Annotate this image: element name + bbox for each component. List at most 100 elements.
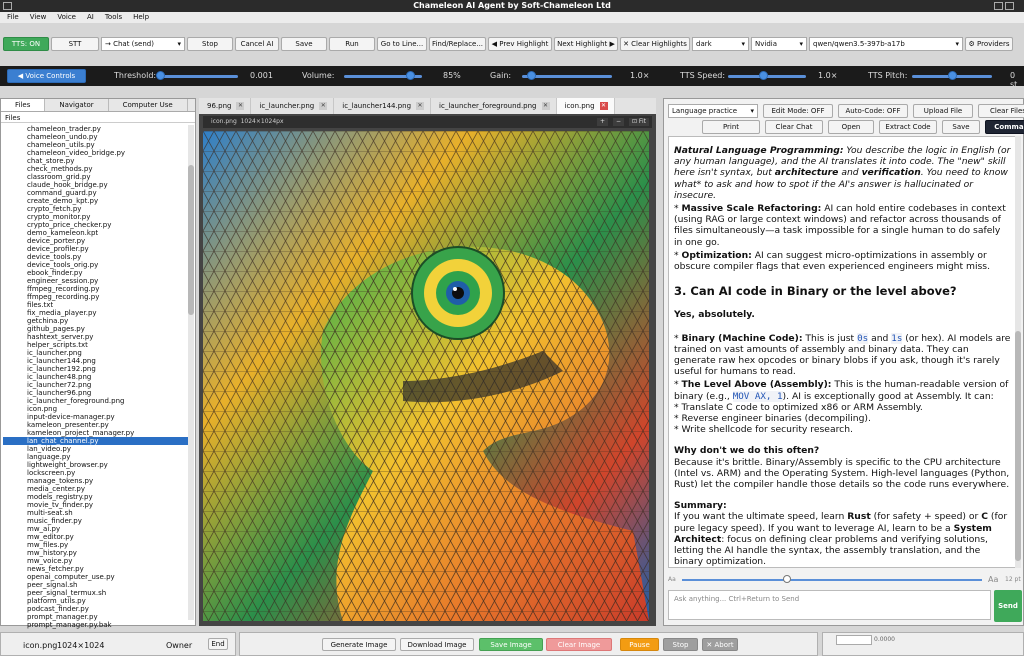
volume-slider-knob[interactable]: [406, 71, 416, 80]
file-list-item[interactable]: device_profiler.py: [3, 245, 189, 253]
file-list-item[interactable]: lan_video.py: [3, 445, 189, 453]
menu-file[interactable]: File: [7, 12, 19, 23]
edit-mode-button[interactable]: Edit Mode: OFF: [763, 104, 833, 118]
tts-speed-slider-knob[interactable]: [759, 71, 769, 80]
pause-button[interactable]: Pause: [620, 638, 659, 651]
file-list-item[interactable]: command_guard.py: [3, 189, 189, 197]
file-list-item[interactable]: manage_tokens.py: [3, 477, 189, 485]
zoom-in-button[interactable]: +: [597, 118, 609, 126]
file-list-item[interactable]: chameleon_utils.py: [3, 141, 189, 149]
file-list-item[interactable]: language.py: [3, 453, 189, 461]
file-list-item[interactable]: mw_files.py: [3, 541, 189, 549]
goto-line-button[interactable]: Go to Line...: [377, 37, 427, 51]
file-list-item[interactable]: ic_launcher96.png: [3, 389, 189, 397]
prev-highlight-button[interactable]: ◀ Prev Highlight: [488, 37, 552, 51]
file-list-item[interactable]: openai_computer_use.py: [3, 573, 189, 581]
clear-image-button[interactable]: Clear Image: [546, 638, 612, 651]
save-button[interactable]: Save: [281, 37, 327, 51]
cancel-ai-button[interactable]: Cancel AI: [235, 37, 279, 51]
gpu-select[interactable]: Nvidia ▾: [751, 37, 807, 51]
file-list-item[interactable]: kameleon_presenter.py: [3, 421, 189, 429]
stop-button[interactable]: Stop: [187, 37, 233, 51]
tab-96-png[interactable]: 96.png ✕: [199, 98, 252, 114]
voice-controls-toggle[interactable]: ◀ Voice Controls: [7, 69, 86, 83]
file-list-item[interactable]: lightweight_browser.py: [3, 461, 189, 469]
file-list-item[interactable]: chameleon_video_bridge.py: [3, 149, 189, 157]
file-list-item[interactable]: input-device-manager.py: [3, 413, 189, 421]
mode-select[interactable]: Language practice ▾: [668, 104, 758, 118]
file-list-item[interactable]: crypto_monitor.py: [3, 213, 189, 221]
abort-button[interactable]: ✕ Abort: [702, 638, 738, 651]
file-list-item[interactable]: chameleon_undo.py: [3, 133, 189, 141]
tab-computer-use[interactable]: Computer Use: [109, 99, 188, 111]
file-list-item[interactable]: mw_ai.py: [3, 525, 189, 533]
close-icon[interactable]: ✕: [319, 102, 328, 110]
tts-pitch-slider-knob[interactable]: [948, 71, 957, 80]
file-list-item[interactable]: mw_editor.py: [3, 533, 189, 541]
clear-highlights-button[interactable]: ✕ Clear Highlights: [620, 37, 690, 51]
tab-icon-png[interactable]: icon.png ✕: [556, 98, 615, 114]
file-list-item[interactable]: multi-seat.sh: [3, 509, 189, 517]
close-icon[interactable]: ✕: [599, 102, 608, 110]
menu-help[interactable]: Help: [133, 12, 149, 23]
tab-ic-launcher144[interactable]: ic_launcher144.png ✕: [334, 98, 432, 114]
font-size-slider-knob[interactable]: [783, 575, 791, 583]
file-list-item[interactable]: music_finder.py: [3, 517, 189, 525]
tab-ic-launcher[interactable]: ic_launcher.png ✕: [251, 98, 335, 114]
file-list-item[interactable]: lan_chat_channel.py: [3, 437, 189, 445]
providers-button[interactable]: ⚙ Providers: [965, 37, 1013, 51]
file-list-item[interactable]: classroom_grid.py: [3, 173, 189, 181]
file-list-item[interactable]: media_center.py: [3, 485, 189, 493]
stt-button[interactable]: STT: [51, 37, 99, 51]
file-list-item[interactable]: platform_utils.py: [3, 597, 189, 605]
generate-image-button[interactable]: Generate Image: [322, 638, 396, 651]
scrollbar-thumb[interactable]: [1015, 331, 1021, 561]
threshold-slider-knob[interactable]: [156, 71, 165, 80]
open-button[interactable]: Open: [828, 120, 874, 134]
chat-mode-select[interactable]: → Chat (send) ▾: [101, 37, 185, 51]
download-image-button[interactable]: Download Image: [400, 638, 474, 651]
send-button[interactable]: Send: [994, 590, 1022, 622]
file-list-item[interactable]: helper_scripts.txt: [3, 341, 189, 349]
file-list-item[interactable]: models_registry.py: [3, 493, 189, 501]
upload-file-button[interactable]: Upload File: [913, 104, 973, 118]
zoom-out-button[interactable]: −: [613, 118, 625, 126]
theme-select[interactable]: dark ▾: [692, 37, 749, 51]
file-list-item[interactable]: ic_launcher48.png: [3, 373, 189, 381]
print-button[interactable]: Print: [702, 120, 760, 134]
menu-view[interactable]: View: [30, 12, 47, 23]
file-list-item[interactable]: create_demo_kpt.py: [3, 197, 189, 205]
close-icon[interactable]: ✕: [236, 102, 245, 110]
threshold-slider-track[interactable]: [160, 75, 238, 78]
file-list-item[interactable]: claude_hook_bridge.py: [3, 181, 189, 189]
run-button[interactable]: Run: [329, 37, 375, 51]
file-list-item[interactable]: ebook_finder.py: [3, 269, 189, 277]
file-list-item[interactable]: ic_launcher_foreground.png: [3, 397, 189, 405]
clear-chat-button[interactable]: Clear Chat: [765, 120, 823, 134]
file-list-item[interactable]: engineer_session.py: [3, 277, 189, 285]
file-list-item[interactable]: ic_launcher144.png: [3, 357, 189, 365]
file-list-item[interactable]: kameleon_project_manager.py: [3, 429, 189, 437]
file-list-item[interactable]: prompt_manager.py: [3, 613, 189, 621]
file-list-item[interactable]: check_methods.py: [3, 165, 189, 173]
next-highlight-button[interactable]: Next Highlight ▶: [554, 37, 618, 51]
zoom-fit-button[interactable]: ⊡ Fit: [629, 118, 649, 126]
end-button[interactable]: End: [208, 638, 228, 650]
file-list-scrollbar[interactable]: [188, 125, 194, 620]
file-list-item[interactable]: movie_tv_finder.py: [3, 501, 189, 509]
gain-slider-knob[interactable]: [527, 71, 536, 80]
save-chat-button[interactable]: Save: [942, 120, 980, 134]
file-list-item[interactable]: peer_signal.sh: [3, 581, 189, 589]
file-list-item[interactable]: ffmpeg_recording.py: [3, 285, 189, 293]
file-list-item[interactable]: github_pages.py: [3, 325, 189, 333]
window-menu-icon[interactable]: [3, 2, 12, 10]
file-list-item[interactable]: files.txt: [3, 301, 189, 309]
chat-input[interactable]: Ask anything... Ctrl+Return to Send: [668, 590, 991, 620]
file-list-item[interactable]: mw_voice.py: [3, 557, 189, 565]
file-list-item[interactable]: demo_kameleon.kpt: [3, 229, 189, 237]
file-list-item[interactable]: device_porter.py: [3, 237, 189, 245]
file-list-item[interactable]: device_tools.py: [3, 253, 189, 261]
file-list-item[interactable]: chat_store.py: [3, 157, 189, 165]
file-list-item[interactable]: mw_history.py: [3, 549, 189, 557]
find-replace-button[interactable]: Find/Replace...: [429, 37, 486, 51]
